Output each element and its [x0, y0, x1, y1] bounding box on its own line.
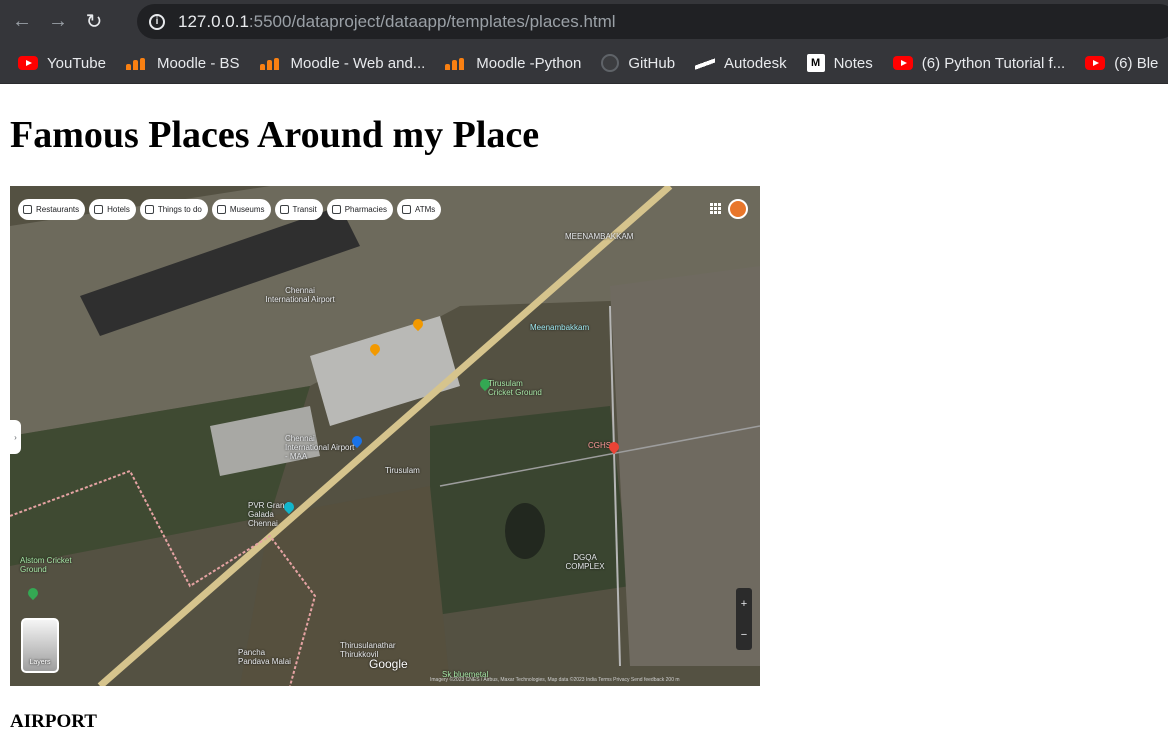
camera-icon	[144, 205, 154, 214]
bookmark-label: (6) Ble	[1114, 54, 1159, 72]
chip-things-to-do[interactable]: Things to do	[139, 199, 208, 220]
chip-hotels[interactable]: Hotels	[89, 199, 136, 220]
bookmark-python-tutorial[interactable]: (6) Python Tutorial f...	[892, 54, 1066, 72]
chip-label: Restaurants	[36, 205, 80, 214]
transit-icon	[279, 205, 289, 214]
bookmarks-bar: YouTube Moodle - BS Moodle - Web and... …	[0, 43, 1168, 84]
bookmark-notes[interactable]: M Notes	[806, 54, 873, 72]
bookmark-label: Notes	[833, 54, 873, 72]
back-arrow-icon[interactable]: ←	[8, 8, 36, 36]
embedded-satellite-map[interactable]: Restaurants Hotels Things to do Museums …	[10, 186, 760, 686]
place-caption: AIRPORT	[10, 711, 97, 732]
map-label-tirusulam-ground: Tirusulam Cricket Ground	[488, 379, 542, 397]
chip-atms[interactable]: ATMs	[396, 199, 442, 220]
chip-label: Transit	[292, 205, 317, 214]
map-label-dgqa: DGQA COMPLEX	[565, 553, 605, 571]
layers-button[interactable]: Layers	[21, 618, 59, 673]
chip-label: Pharmacies	[344, 205, 387, 214]
moodle-icon	[259, 56, 282, 70]
chip-pharmacies[interactable]: Pharmacies	[326, 199, 393, 220]
bookmark-label: Autodesk	[724, 54, 787, 72]
zoom-in-icon[interactable]: +	[741, 598, 747, 610]
page-title: Famous Places Around my Place	[10, 114, 540, 156]
chip-museums[interactable]: Museums	[211, 199, 271, 220]
bookmark-moodle-bs[interactable]: Moodle - BS	[125, 54, 240, 72]
bookmark-label: GitHub	[628, 54, 676, 72]
bookmark-label: (6) Python Tutorial f...	[921, 54, 1066, 72]
bookmark-github[interactable]: GitHub	[601, 54, 675, 72]
map-label-airport-maa: Chennai International Airport - MAA	[285, 434, 355, 461]
restaurant-icon	[23, 205, 32, 214]
museum-icon	[216, 205, 226, 214]
forward-arrow-icon[interactable]: →	[44, 8, 72, 36]
map-label-meenambakkam-area: MEENAMBAKKAM	[565, 232, 634, 241]
bookmark-moodle-python[interactable]: Moodle -Python	[445, 55, 581, 72]
address-bar[interactable]: i 127.0.0.1:5500/dataproject/dataapp/tem…	[137, 4, 1168, 39]
chip-label: Things to do	[157, 205, 202, 214]
bookmark-youtube[interactable]: YouTube	[18, 55, 106, 72]
bookmark-label: Moodle -Python	[476, 54, 582, 72]
youtube-icon	[1085, 56, 1106, 70]
zoom-controls[interactable]: + −	[736, 588, 752, 650]
url-host: 127.0.0.1	[178, 11, 249, 31]
map-label-pancha-pandava: Pancha Pandava Malai	[238, 648, 291, 666]
bookmark-label: Moodle - Web and...	[290, 54, 426, 72]
hotel-icon	[94, 205, 104, 214]
youtube-icon	[18, 56, 38, 70]
google-logo: Google	[369, 657, 408, 671]
apps-grid-icon[interactable]	[710, 203, 721, 214]
autodesk-icon	[695, 56, 716, 70]
chip-label: Hotels	[107, 205, 130, 214]
map-label-alstom: Alstom Cricket Ground	[20, 556, 72, 574]
url-path: :5500/dataproject/dataapp/templates/plac…	[248, 11, 616, 31]
bookmark-label: YouTube	[47, 54, 106, 72]
bookmark-label: Moodle - BS	[156, 54, 240, 72]
notes-icon: M	[806, 54, 825, 72]
pharmacy-icon	[331, 205, 341, 214]
moodle-icon	[445, 56, 467, 70]
chip-label: ATMs	[414, 205, 436, 214]
chip-label: Museums	[229, 205, 265, 214]
chip-restaurants[interactable]: Restaurants	[18, 199, 86, 220]
map-attribution: Imagery ©2023 CNES / Airbus, Maxar Techn…	[430, 677, 680, 683]
browser-toolbar: ← → ↻ i 127.0.0.1:5500/dataproject/dataa…	[0, 0, 1168, 43]
layers-label: Layers	[29, 659, 51, 666]
map-label-tirusulam: Tirusulam	[385, 466, 420, 475]
avatar[interactable]	[728, 199, 748, 219]
github-icon	[601, 54, 620, 72]
map-label-meenambakkam-station: Meenambakkam	[530, 323, 590, 332]
youtube-icon	[892, 56, 913, 70]
zoom-out-icon[interactable]: −	[741, 629, 747, 641]
info-icon[interactable]: i	[149, 13, 165, 30]
chip-transit[interactable]: Transit	[274, 199, 323, 220]
expand-panel-handle[interactable]: ›	[10, 420, 21, 454]
bookmark-ble[interactable]: (6) Ble	[1085, 55, 1158, 72]
moodle-icon	[125, 56, 148, 70]
satellite-imagery	[10, 186, 760, 686]
map-label-chennai-airport: Chennai International Airport	[265, 286, 335, 304]
atm-icon	[401, 205, 411, 214]
map-category-chips: Restaurants Hotels Things to do Museums …	[18, 199, 442, 220]
bookmark-autodesk[interactable]: Autodesk	[695, 55, 787, 72]
bookmark-moodle-web[interactable]: Moodle - Web and...	[259, 54, 426, 72]
reload-icon[interactable]: ↻	[80, 8, 108, 36]
